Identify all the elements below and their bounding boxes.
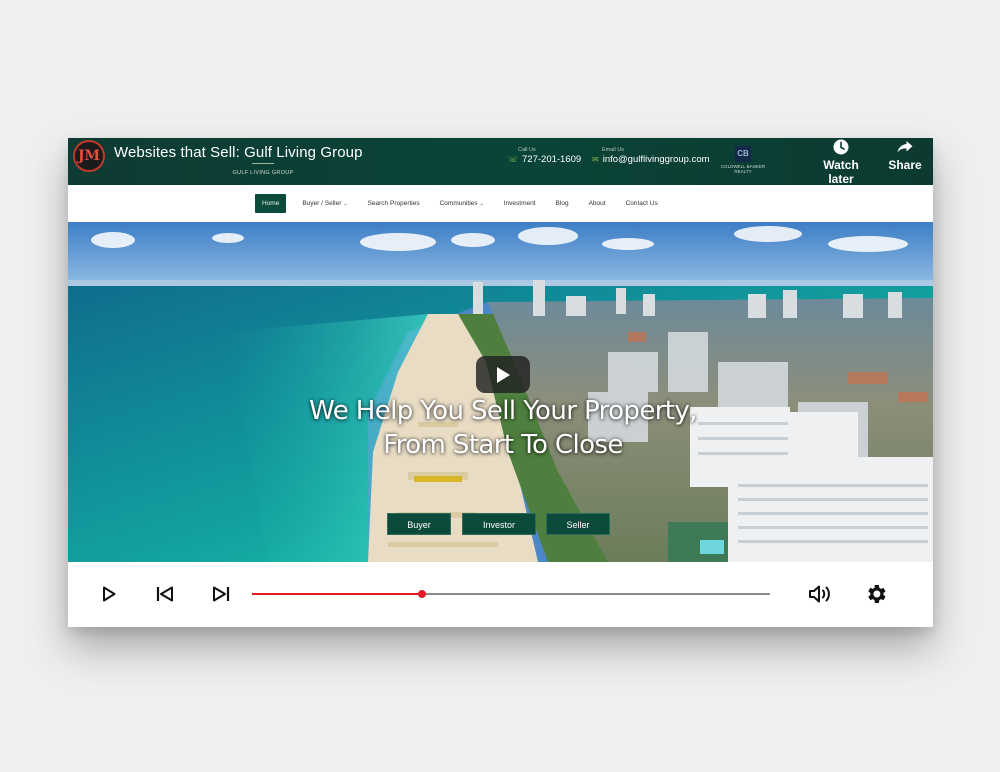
player-controls (68, 562, 933, 627)
progress-handle[interactable] (417, 590, 426, 598)
cb-logo-mark: CB (735, 146, 751, 162)
site-nav: Home Buyer / Seller ⌄ Search Properties C… (68, 185, 933, 222)
call-us-label: Call Us (518, 147, 536, 153)
chevron-down-icon: ⌄ (479, 201, 484, 207)
volume-button[interactable] (807, 583, 833, 605)
logo-mark (252, 163, 274, 169)
gulf-living-group-logo: GULF LIVING GROUP (231, 163, 295, 176)
nav-item-communities[interactable]: Communities ⌄ (430, 194, 494, 213)
envelope-icon: ✉ (592, 155, 599, 164)
progress-fill (252, 593, 422, 595)
gear-icon (868, 585, 886, 603)
volume-icon (809, 585, 830, 603)
watch-later-button[interactable]: Watch later (810, 138, 872, 186)
site-header: JM Websites that Sell: Gulf Living Group… (68, 138, 933, 186)
nav-item-buyer-seller[interactable]: Buyer / Seller ⌄ (292, 194, 357, 213)
next-icon (213, 586, 230, 602)
nav-item-blog[interactable]: Blog (546, 194, 579, 213)
logo-text: GULF LIVING GROUP (232, 170, 294, 176)
chevron-down-icon: ⌄ (343, 201, 348, 207)
share-button[interactable]: Share (886, 138, 924, 172)
cb-logo-text: COLDWELL BANKER REALTY (720, 164, 766, 174)
nav-label: Buyer / Seller (302, 200, 342, 207)
nav-item-investment[interactable]: Investment (494, 194, 546, 213)
clock-icon (833, 139, 849, 155)
nav-item-contact-us[interactable]: Contact Us (616, 194, 668, 213)
nav-item-search-properties[interactable]: Search Properties (358, 194, 430, 213)
phone-icon: ☏ (508, 155, 519, 164)
hero-image[interactable]: We Help You Sell Your Property, From Sta… (68, 222, 933, 562)
email-address: info@gulflivinggroup.com (602, 154, 710, 165)
email-us-label: Email Us (602, 147, 625, 153)
channel-avatar[interactable]: JM (73, 140, 105, 172)
video-title[interactable]: Websites that Sell: Gulf Living Group (114, 144, 363, 161)
play-icon (497, 366, 510, 383)
share-icon (897, 141, 913, 153)
settings-button[interactable] (863, 583, 889, 605)
progress-bar[interactable] (252, 590, 770, 598)
coldwell-banker-logo: CB COLDWELL BANKER REALTY (718, 146, 768, 174)
share-label: Share (888, 158, 922, 172)
call-us: Call Us ☏ 727-201-1609 (508, 147, 581, 165)
previous-button[interactable] (154, 583, 176, 605)
buyer-button[interactable]: Buyer (387, 513, 451, 535)
email-us: Email Us ✉ info@gulflivinggroup.com (592, 147, 710, 165)
play-button[interactable] (98, 583, 120, 605)
hero-headline-line1: We Help You Sell Your Property, (309, 396, 697, 426)
seller-button[interactable]: Seller (546, 513, 610, 535)
investor-button[interactable]: Investor (462, 513, 536, 535)
previous-icon (156, 586, 173, 602)
next-button[interactable] (210, 583, 232, 605)
nav-item-about[interactable]: About (579, 194, 616, 213)
watch-later-label: Watch later (823, 158, 859, 186)
phone-number: 727-201-1609 (522, 154, 582, 165)
play-icon (103, 586, 116, 602)
video-player: JM Websites that Sell: Gulf Living Group… (68, 138, 933, 627)
nav-label: Communities (439, 200, 478, 207)
play-overlay-button[interactable] (476, 356, 530, 393)
hero-headline: We Help You Sell Your Property, From Sta… (68, 394, 933, 462)
nav-item-home[interactable]: Home (255, 194, 287, 213)
hero-headline-line2: From Start To Close (383, 430, 623, 460)
